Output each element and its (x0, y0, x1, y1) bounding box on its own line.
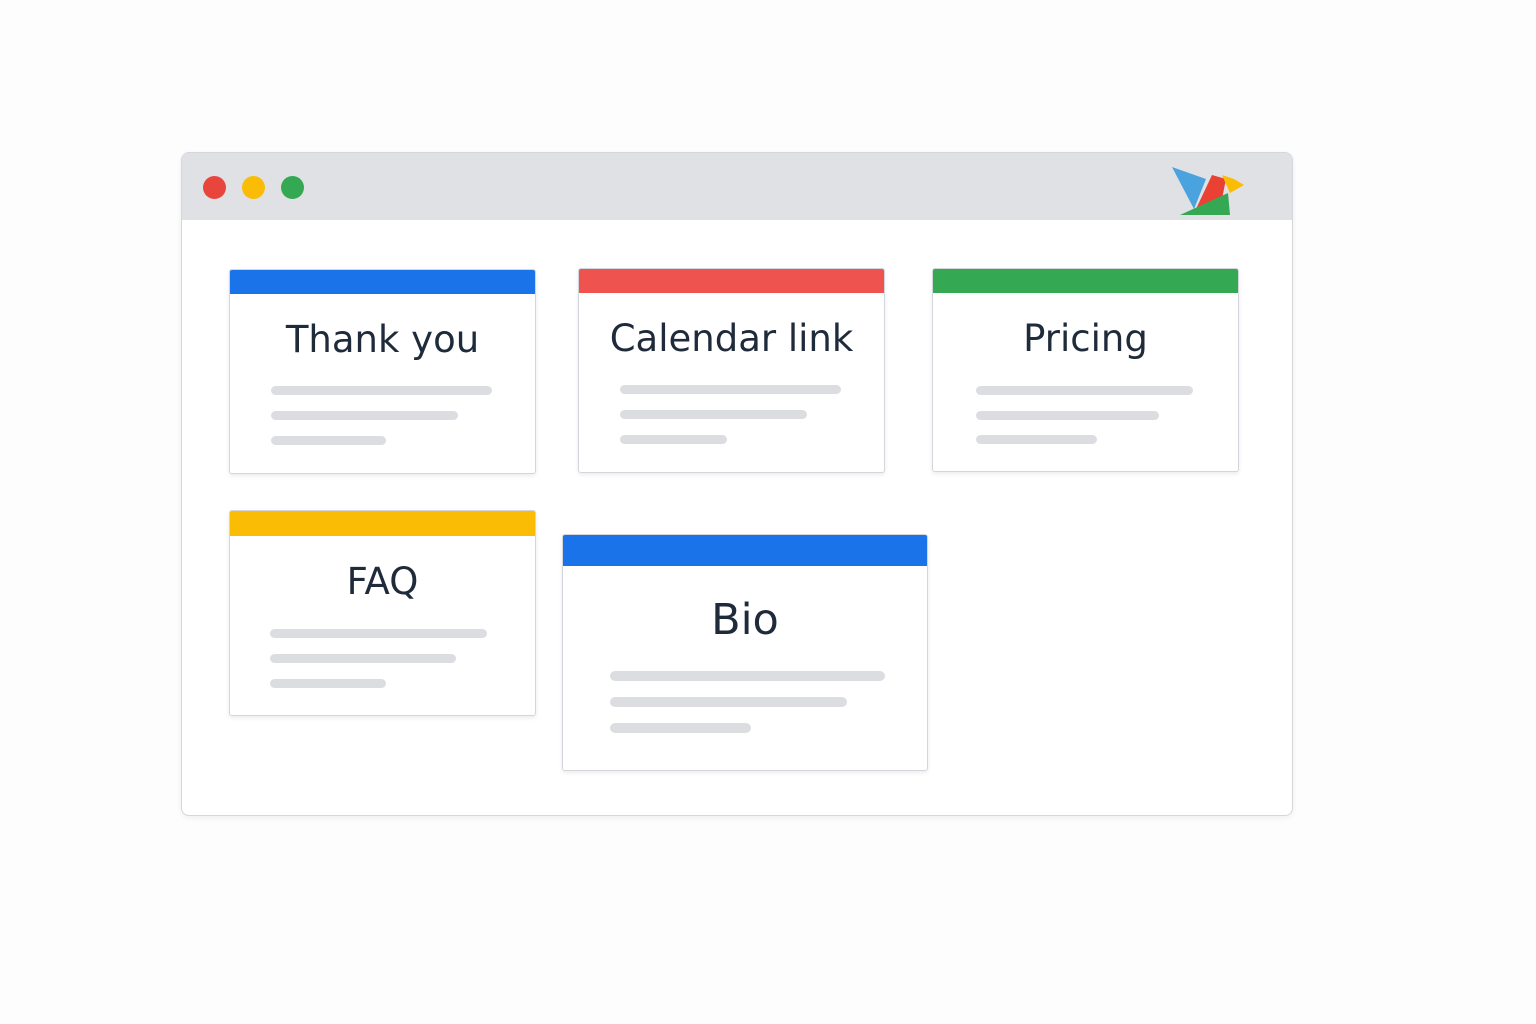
placeholder-line (271, 411, 458, 420)
placeholder-line (620, 435, 727, 444)
placeholder-line (976, 435, 1097, 444)
card-title: Calendar link (609, 317, 854, 360)
maximize-button[interactable] (281, 176, 304, 199)
template-card-pricing[interactable]: Pricing (932, 268, 1239, 472)
placeholder-line (976, 411, 1159, 420)
card-title: FAQ (346, 560, 419, 603)
template-card-faq[interactable]: FAQ (229, 510, 536, 716)
placeholder-line (620, 385, 841, 394)
card-accent-bar (579, 269, 884, 293)
close-button[interactable] (203, 176, 226, 199)
title-bar (182, 153, 1292, 220)
placeholder-line (610, 723, 751, 733)
placeholder-line (976, 386, 1193, 395)
placeholder-line (270, 679, 386, 688)
card-title: Pricing (1023, 317, 1148, 360)
template-card-calendar-link[interactable]: Calendar link (578, 268, 885, 473)
card-accent-bar (933, 269, 1238, 293)
template-card-bio[interactable]: Bio (562, 534, 928, 771)
placeholder-line (610, 697, 847, 707)
placeholder-line (271, 436, 386, 445)
placeholder-line (620, 410, 807, 419)
placeholder-line (610, 671, 885, 681)
template-card-thank-you[interactable]: Thank you (229, 269, 536, 474)
card-accent-bar (230, 511, 535, 536)
placeholder-line (271, 386, 492, 395)
placeholder-line (270, 654, 456, 663)
browser-window: Thank you Calendar link Pricing FAQ Bio (181, 152, 1293, 816)
bird-logo-icon (1172, 167, 1244, 215)
card-title: Thank you (285, 318, 480, 361)
card-accent-bar (563, 535, 927, 566)
minimize-button[interactable] (242, 176, 265, 199)
placeholder-line (270, 629, 487, 638)
card-accent-bar (230, 270, 535, 294)
card-title: Bio (711, 595, 779, 645)
